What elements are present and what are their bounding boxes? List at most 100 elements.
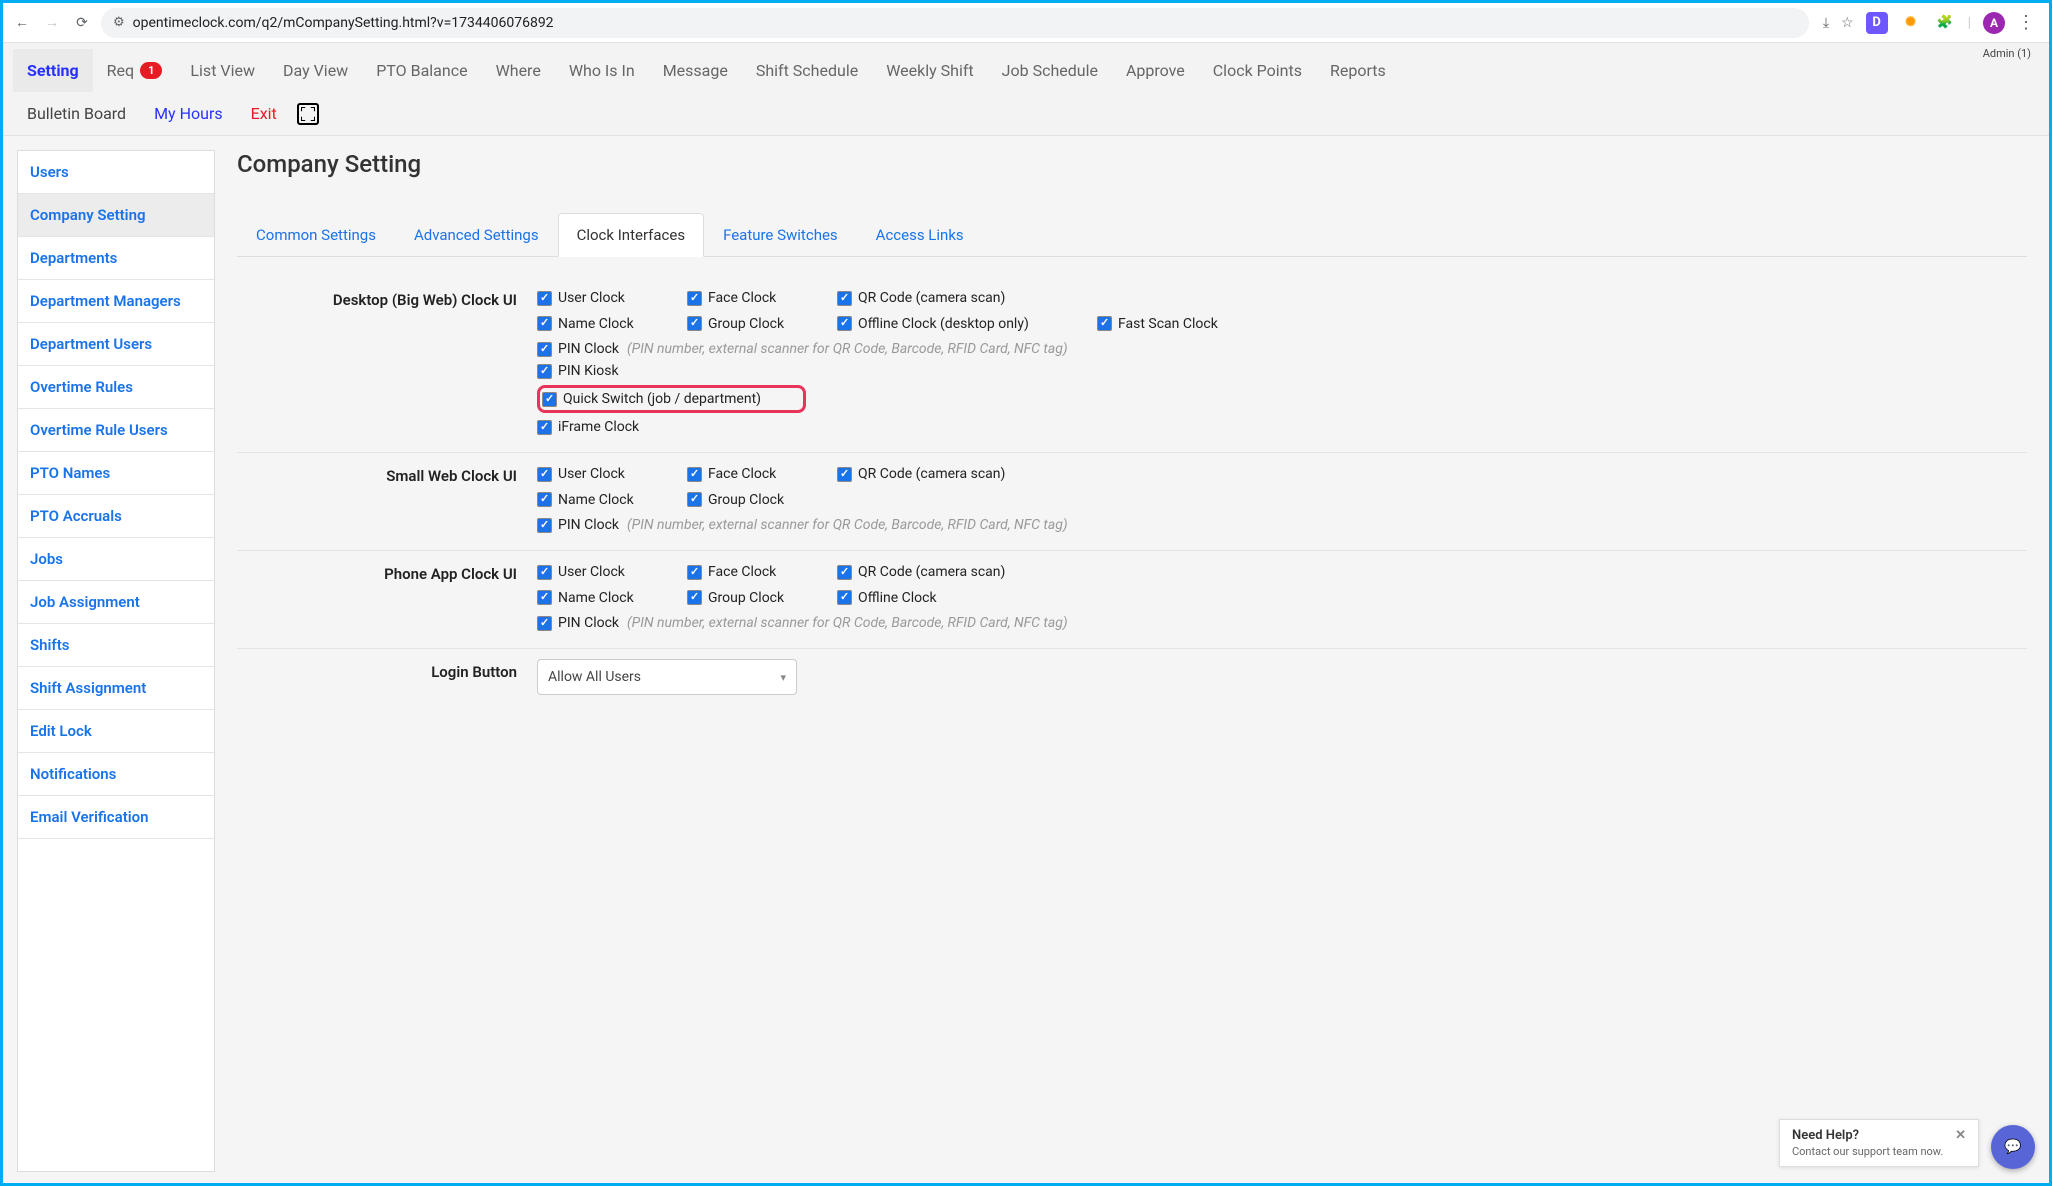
nav-approve[interactable]: Approve [1112,49,1199,92]
sidebar-item-edit-lock[interactable]: Edit Lock [18,710,214,753]
toolbar-icons: ⤓ ☆ D ✺ 🧩 | A ⋮ [1817,12,2041,34]
tab-access-links[interactable]: Access Links [857,213,983,257]
nav-job-schedule[interactable]: Job Schedule [988,49,1112,92]
select-login-button[interactable]: Allow All Users ▾ [537,659,797,695]
sidebar-item-email-verification[interactable]: Email Verification [18,796,214,839]
cb-desktop-fast-scan[interactable]: Fast Scan Clock [1097,316,1218,332]
req-badge: 1 [140,62,162,79]
tab-clock-interfaces[interactable]: Clock Interfaces [558,213,704,257]
site-settings-icon[interactable]: ⚙ [113,15,125,30]
cb-phone-offline-clock[interactable]: Offline Clock [837,590,937,606]
nav-where[interactable]: Where [482,49,555,92]
cb-desktop-qr-code[interactable]: QR Code (camera scan) [837,290,1005,306]
url-bar[interactable]: ⚙ opentimeclock.com/q2/mCompanySetting.h… [101,8,1809,38]
section-phone-clock: Phone App Clock UI User Clock Face Clock… [237,551,2027,649]
profile-avatar[interactable]: A [1983,12,2005,34]
cb-desktop-face-clock[interactable]: Face Clock [687,290,776,306]
reload-icon[interactable]: ⟳ [71,15,93,31]
app-shell: Admin (1) Setting Req1 List View Day Vie… [3,43,2049,1183]
bookmark-icon[interactable]: ☆ [1841,15,1854,31]
sidebar-item-shift-assignment[interactable]: Shift Assignment [18,667,214,710]
nav-bulletin[interactable]: Bulletin Board [13,92,140,135]
cb-desktop-user-clock[interactable]: User Clock [537,290,625,306]
chat-launcher[interactable]: 💬 [1991,1125,2035,1169]
cb-small-qr-code[interactable]: QR Code (camera scan) [837,466,1005,482]
cb-desktop-offline-clock[interactable]: Offline Clock (desktop only) [837,316,1029,332]
extension-d-icon[interactable]: D [1866,12,1888,34]
page-title: Company Setting [237,150,2027,186]
url-text: opentimeclock.com/q2/mCompanySetting.htm… [133,15,554,31]
nav-reports[interactable]: Reports [1316,49,1400,92]
cb-phone-pin-clock[interactable]: PIN Clock [537,615,619,631]
nav-my-hours[interactable]: My Hours [140,92,237,135]
sidebar-item-department-managers[interactable]: Department Managers [18,280,214,323]
section-desktop-clock: Desktop (Big Web) Clock UI User Clock Fa… [237,277,2027,453]
cb-desktop-name-clock[interactable]: Name Clock [537,316,634,332]
hint-small-pin: (PIN number, external scanner for QR Cod… [627,517,1068,533]
cb-phone-user-clock[interactable]: User Clock [537,564,625,580]
sidebar-item-department-users[interactable]: Department Users [18,323,214,366]
kebab-menu-icon[interactable]: ⋮ [2017,12,2035,33]
cb-small-user-clock[interactable]: User Clock [537,466,625,482]
cb-phone-qr-code[interactable]: QR Code (camera scan) [837,564,1005,580]
label-small-clock: Small Web Clock UI [237,463,537,536]
label-desktop-clock: Desktop (Big Web) Clock UI [237,287,537,438]
cb-desktop-quick-switch[interactable]: Quick Switch (job / department) [542,391,761,407]
nav-message[interactable]: Message [649,49,742,92]
sidebar-item-jobs[interactable]: Jobs [18,538,214,581]
cb-phone-name-clock[interactable]: Name Clock [537,590,634,606]
nav-pto-balance[interactable]: PTO Balance [362,49,481,92]
sidebar-item-departments[interactable]: Departments [18,237,214,280]
sidebar-item-company-setting[interactable]: Company Setting [18,194,214,237]
cb-small-pin-clock[interactable]: PIN Clock [537,517,619,533]
cb-desktop-group-clock[interactable]: Group Clock [687,316,784,332]
sidebar-item-pto-names[interactable]: PTO Names [18,452,214,495]
help-subtitle: Contact our support team now. [1792,1145,1966,1158]
admin-label: Admin (1) [1983,47,2031,60]
back-icon[interactable]: ← [11,14,33,31]
nav-who-is-in[interactable]: Who Is In [555,49,649,92]
cb-small-group-clock[interactable]: Group Clock [687,492,784,508]
hint-desktop-pin: (PIN number, external scanner for QR Cod… [627,341,1068,357]
cb-desktop-iframe[interactable]: iFrame Clock [537,419,639,435]
sidebar-item-job-assignment[interactable]: Job Assignment [18,581,214,624]
sidebar-item-overtime-rules[interactable]: Overtime Rules [18,366,214,409]
close-icon[interactable]: ✕ [1955,1128,1966,1143]
nav-shift-schedule[interactable]: Shift Schedule [742,49,872,92]
chevron-down-icon: ▾ [780,671,786,684]
sidebar-item-users[interactable]: Users [18,151,214,194]
browser-toolbar: ← → ⟳ ⚙ opentimeclock.com/q2/mCompanySet… [3,3,2049,43]
nav-setting[interactable]: Setting [13,49,93,92]
cb-small-face-clock[interactable]: Face Clock [687,466,776,482]
cb-desktop-pin-clock[interactable]: PIN Clock [537,341,619,357]
extensions-icon[interactable]: 🧩 [1934,12,1956,34]
nav-req[interactable]: Req1 [93,49,177,92]
cb-phone-group-clock[interactable]: Group Clock [687,590,784,606]
top-nav: Setting Req1 List View Day View PTO Bala… [3,43,2049,136]
extension-fire-icon[interactable]: ✺ [1900,12,1922,34]
cb-phone-face-clock[interactable]: Face Clock [687,564,776,580]
fullscreen-button[interactable] [291,97,325,131]
nav-day-view[interactable]: Day View [269,49,362,92]
sidebar-item-overtime-rule-users[interactable]: Overtime Rule Users [18,409,214,452]
label-login-button: Login Button [237,659,537,695]
forward-icon[interactable]: → [41,14,63,31]
sidebar-item-pto-accruals[interactable]: PTO Accruals [18,495,214,538]
settings-sidebar: Users Company Setting Departments Depart… [17,150,215,1172]
content-area: Company Setting Common Settings Advanced… [215,136,2049,1172]
tab-common-settings[interactable]: Common Settings [237,213,395,257]
nav-exit[interactable]: Exit [237,92,291,135]
section-small-clock: Small Web Clock UI User Clock Face Clock… [237,453,2027,551]
tab-feature-switches[interactable]: Feature Switches [704,213,857,257]
nav-clock-points[interactable]: Clock Points [1199,49,1316,92]
sidebar-item-shifts[interactable]: Shifts [18,624,214,667]
cb-small-name-clock[interactable]: Name Clock [537,492,634,508]
sidebar-item-notifications[interactable]: Notifications [18,753,214,796]
help-widget[interactable]: Need Help? ✕ Contact our support team no… [1779,1119,1979,1167]
help-title: Need Help? [1792,1128,1859,1143]
nav-weekly-shift[interactable]: Weekly Shift [872,49,987,92]
nav-list-view[interactable]: List View [176,49,269,92]
tab-advanced-settings[interactable]: Advanced Settings [395,213,558,257]
install-icon[interactable]: ⤓ [1823,15,1829,31]
cb-desktop-pin-kiosk[interactable]: PIN Kiosk [537,363,619,379]
